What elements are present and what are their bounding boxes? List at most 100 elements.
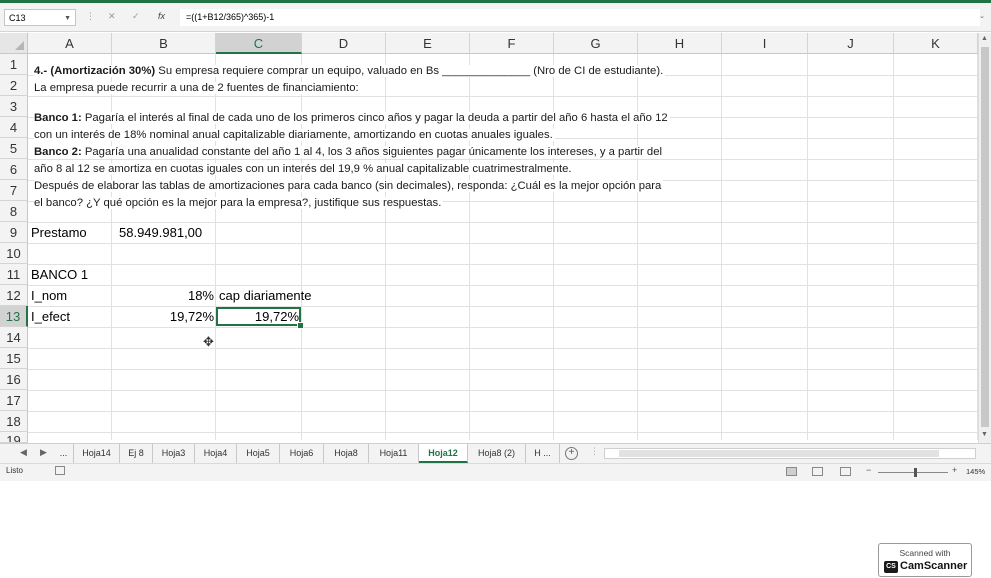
row-header-19[interactable]: 19 [0,432,28,443]
row-header-17[interactable]: 17 [0,390,28,411]
tab-ej8[interactable]: Ej 8 [120,444,153,463]
problem-line-5: Banco 2: Pagaría una anualidad constante… [34,146,665,158]
status-bar: Listo − + 145% [0,463,991,481]
scroll-up-icon[interactable]: ▲ [981,35,988,42]
column-header-e[interactable]: E [386,33,470,54]
fill-handle[interactable] [297,322,304,329]
problem-line-3: Banco 1: Pagaría el interés al final de … [34,112,670,124]
camscanner-logo-icon: CS [884,561,898,573]
vertical-scroll-thumb[interactable] [981,47,989,427]
tab-hoja8-2[interactable]: Hoja8 (2) [468,444,526,463]
zoom-in-icon[interactable]: + [952,465,957,475]
horizontal-scroll-thumb[interactable] [619,450,939,457]
status-ready: Listo [6,466,23,475]
problem-line-2: La empresa puede recurrir a una de 2 fue… [34,82,361,94]
chevron-down-icon[interactable]: ▼ [64,10,71,27]
tab-hoja11[interactable]: Hoja11 [369,444,419,463]
column-header-i[interactable]: I [722,33,808,54]
tab-hoja6[interactable]: Hoja6 [280,444,324,463]
macro-record-icon[interactable] [55,466,65,475]
zoom-level[interactable]: 145% [966,467,985,476]
zoom-slider[interactable] [878,472,948,473]
column-header-c[interactable]: C [216,33,302,54]
horizontal-scrollbar[interactable] [604,448,976,459]
column-header-g[interactable]: G [554,33,638,54]
row-header-13[interactable]: 13 [0,306,28,327]
problem-line-6: año 8 al 12 se amortiza en cuotas iguale… [34,163,574,175]
row-header-7[interactable]: 7 [0,180,28,201]
row-header-14[interactable]: 14 [0,327,28,348]
sheet-tab-bar: ◀ ▶ ... Hoja14 Ej 8 Hoja3 Hoja4 Hoja5 Ho… [0,443,991,464]
column-header-j[interactable]: J [808,33,894,54]
column-header-a[interactable]: A [28,33,112,54]
row-header-6[interactable]: 6 [0,159,28,180]
name-box[interactable]: C13 ▼ [4,9,76,26]
row-header-9[interactable]: 9 [0,222,28,243]
cell-c12[interactable]: cap diariamente [219,288,312,303]
row-header-4[interactable]: 4 [0,117,28,138]
page-break-view-icon[interactable] [840,467,851,476]
tab-hoja12[interactable]: Hoja12 [419,444,468,463]
row-header-1[interactable]: 1 [0,54,28,75]
problem-line-7: Después de elaborar las tablas de amorti… [34,180,664,192]
cancel-icon[interactable]: ✕ [108,11,116,22]
tab-more[interactable]: H ... [526,444,560,463]
column-header-d[interactable]: D [302,33,386,54]
column-header-b[interactable]: B [112,33,216,54]
cell-b13[interactable]: 19,72% [112,309,214,324]
tab-hoja5[interactable]: Hoja5 [237,444,280,463]
row-header-11[interactable]: 11 [0,264,28,285]
problem-line-1: 4.- (Amortización 30%) Su empresa requie… [34,65,666,77]
tab-next-icon[interactable]: ▶ [40,447,47,458]
row-header-18[interactable]: 18 [0,411,28,432]
tab-hoja14[interactable]: Hoja14 [74,444,120,463]
row-header-2[interactable]: 2 [0,75,28,96]
tab-prev-icon[interactable]: ◀ [20,447,27,458]
tab-ellipsis[interactable]: ... [54,444,74,463]
cell-a9[interactable]: Prestamo [31,225,87,240]
cell-a13[interactable]: I_efect [31,309,70,324]
zoom-slider-thumb[interactable] [914,468,917,477]
tab-hoja4[interactable]: Hoja4 [195,444,237,463]
column-header-f[interactable]: F [470,33,554,54]
mouse-cursor-icon: ✥ [203,334,214,349]
row-header-3[interactable]: 3 [0,96,28,117]
camscanner-watermark: Scanned with CS CamScanner [878,543,972,577]
add-sheet-icon[interactable]: + [565,447,578,460]
formula-input[interactable]: =((1+B12/365)^365)-1 [180,9,980,26]
formula-bar: C13 ▼ ⋮ ✕ ✓ fx =((1+B12/365)^365)-1 ⌄ [0,3,991,32]
row-header-5[interactable]: 5 [0,138,28,159]
name-box-value: C13 [9,13,26,23]
row-header-15[interactable]: 15 [0,348,28,369]
problem-line-4: con un interés de 18% nominal anual capi… [34,129,555,141]
tab-splitter-icon[interactable]: ⋮ [590,446,599,457]
tab-hoja3[interactable]: Hoja3 [153,444,195,463]
row-header-10[interactable]: 10 [0,243,28,264]
cell-b12[interactable]: 18% [112,288,214,303]
column-header-h[interactable]: H [638,33,722,54]
bank1-label: Banco 1: [34,112,82,124]
vertical-scrollbar[interactable]: ▲ ▼ [978,33,991,443]
select-all-button[interactable] [0,33,28,54]
problem-title: 4.- (Amortización 30%) [34,65,156,77]
row-header-8[interactable]: 8 [0,201,28,222]
bank2-label: Banco 2: [34,146,82,158]
cell-b9[interactable]: 58.949.981,00 [119,225,202,240]
column-header-k[interactable]: K [894,33,978,54]
active-cell-border[interactable] [216,307,301,326]
row-header-12[interactable]: 12 [0,285,28,306]
insert-function-icon[interactable]: fx [158,11,165,21]
scroll-down-icon[interactable]: ▼ [981,431,988,438]
formula-text: =((1+B12/365)^365)-1 [186,12,275,22]
expand-formula-bar-icon[interactable]: ⌄ [979,12,985,20]
tab-hoja8[interactable]: Hoja8 [324,444,369,463]
page-layout-view-icon[interactable] [812,467,823,476]
more-icon: ⋮ [86,11,95,21]
row-header-16[interactable]: 16 [0,369,28,390]
normal-view-icon[interactable] [786,467,797,476]
cell-a12[interactable]: I_nom [31,288,67,303]
watermark-brand: CamScanner [900,560,968,572]
zoom-out-icon[interactable]: − [866,465,871,475]
cell-a11[interactable]: BANCO 1 [31,267,88,282]
enter-icon[interactable]: ✓ [132,11,140,22]
